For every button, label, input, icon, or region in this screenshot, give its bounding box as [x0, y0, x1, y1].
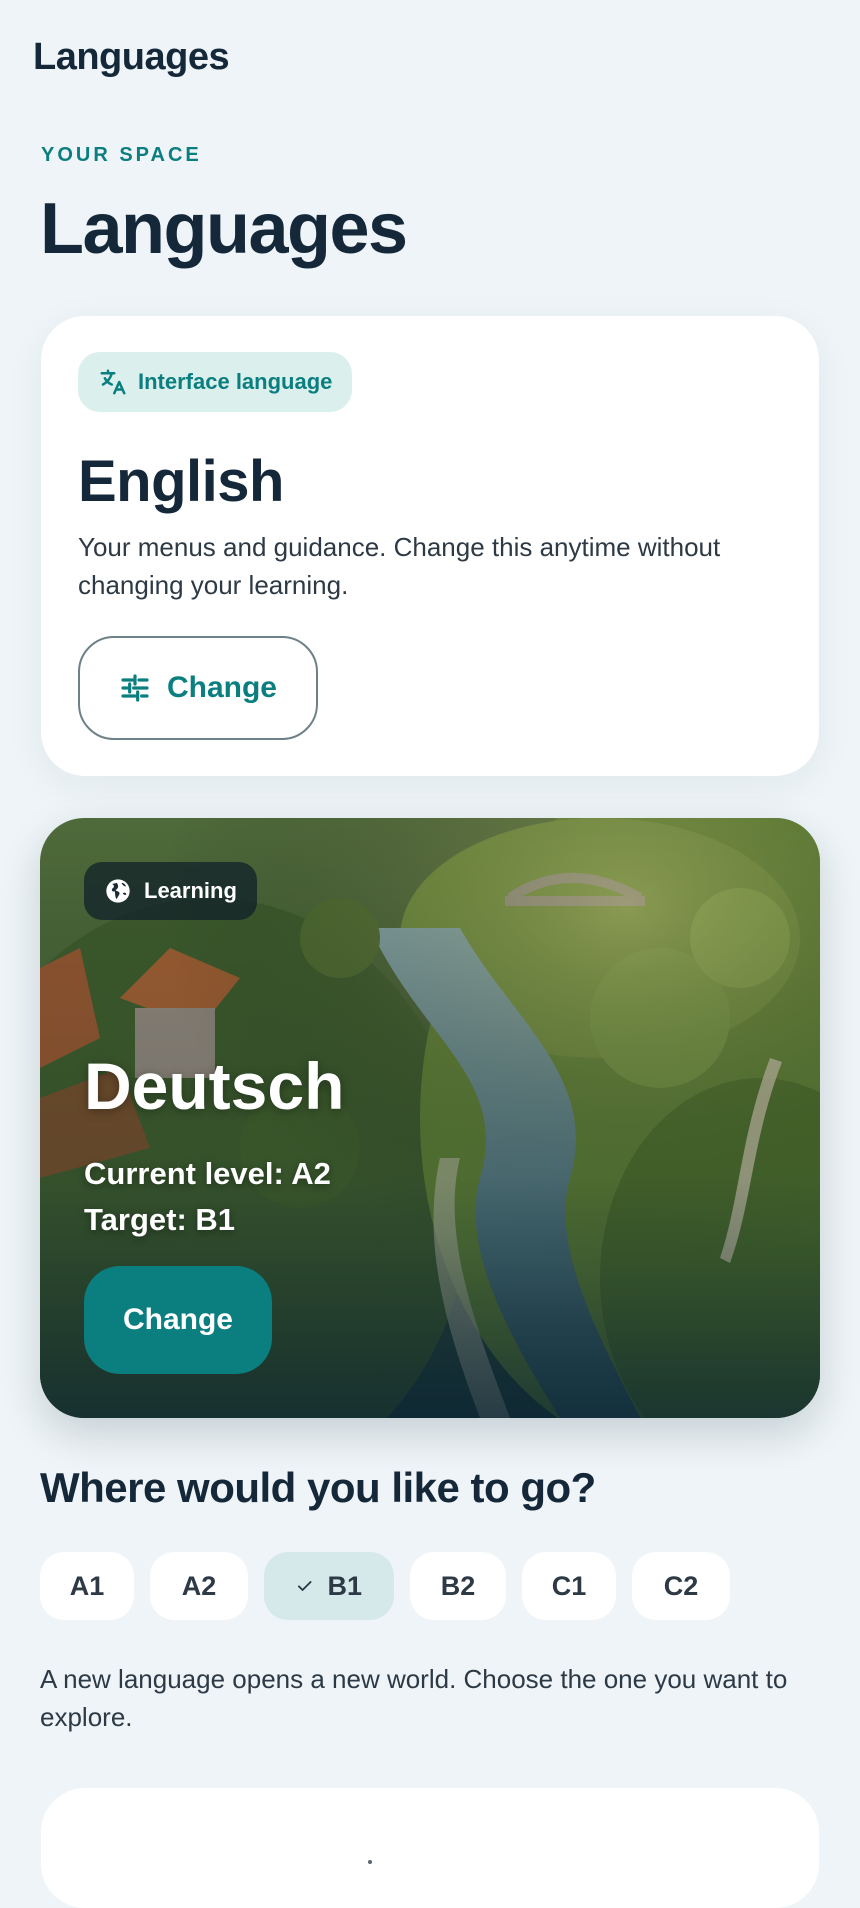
level-question: Where would you like to go?	[40, 1464, 596, 1511]
level-chip-label: A1	[69, 1570, 105, 1601]
level-chip-b2[interactable]: B2	[410, 1552, 506, 1620]
translate-icon	[100, 369, 126, 395]
interface-language-description: Your menus and guidance. Change this any…	[78, 532, 721, 600]
target-level: Target: B1	[84, 1202, 236, 1237]
card-content-partial	[368, 1860, 372, 1864]
level-chip-label: B2	[440, 1570, 476, 1601]
app-bar-title: Languages	[33, 36, 230, 78]
level-chip-group: A1 A2 B1 B2 C1 C2	[40, 1552, 730, 1620]
level-chip-label: C1	[551, 1570, 587, 1601]
top-app-bar: Languages	[33, 36, 230, 79]
level-chip-c1[interactable]: C1	[522, 1552, 616, 1620]
level-chip-label: C2	[663, 1570, 699, 1601]
page-title: Languages	[40, 189, 408, 269]
interface-language-chip: Interface language	[78, 352, 353, 412]
level-chip-c2[interactable]: C2	[632, 1552, 730, 1620]
level-chip-label: B1	[327, 1570, 362, 1601]
learning-language-card: Learning Deutsch Current level: A2 Targe…	[40, 818, 820, 1418]
interface-language-card: Interface language English Your menus an…	[41, 316, 819, 776]
level-chip-label: A2	[181, 1570, 217, 1601]
change-interface-language-button[interactable]: Change	[78, 636, 318, 740]
change-learning-language-button[interactable]: Change	[84, 1266, 272, 1374]
change-button-label: Change	[122, 1303, 233, 1336]
learning-chip-label: Learning	[144, 878, 237, 903]
current-level: Current level: A2	[84, 1156, 331, 1191]
tune-icon	[121, 674, 149, 702]
level-chip-a2[interactable]: A2	[150, 1552, 248, 1620]
check-icon	[297, 1581, 312, 1591]
level-chip-b1[interactable]: B1	[264, 1552, 394, 1620]
interface-language-name: English	[78, 449, 284, 514]
chip-label: Interface language	[138, 369, 333, 394]
globe-icon	[106, 879, 130, 903]
tagline-text: A new language opens a new world. Choose…	[40, 1664, 788, 1732]
change-button-label: Change	[166, 671, 277, 704]
learning-language-name: Deutsch	[84, 1049, 345, 1123]
learning-chip: Learning	[84, 862, 257, 920]
language-list-card	[41, 1788, 819, 1908]
level-chip-a1[interactable]: A1	[40, 1552, 134, 1620]
section-eyebrow: YOUR SPACE	[41, 144, 202, 166]
